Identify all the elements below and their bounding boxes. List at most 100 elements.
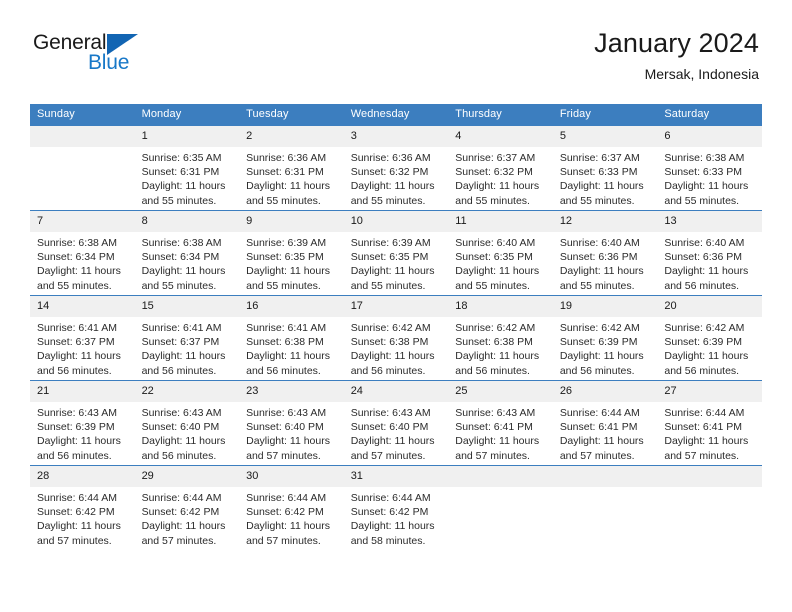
calendar-day-cell[interactable]: 27 Sunrise: 6:44 AM Sunset: 6:41 PM Dayligh… bbox=[657, 380, 762, 466]
sunset-text: Sunset: 6:42 PM bbox=[246, 506, 324, 519]
calendar-day-cell[interactable]: 30 Sunrise: 6:44 AM Sunset: 6:42 PM Dayligh… bbox=[239, 465, 344, 550]
calendar-day-cell[interactable]: 29 Sunrise: 6:44 AM Sunset: 6:42 PM Dayligh… bbox=[134, 465, 240, 550]
day-number: 20 bbox=[657, 296, 762, 317]
calendar-day-cell[interactable]: 25 Sunrise: 6:43 AM Sunset: 6:41 PM Dayligh… bbox=[448, 380, 553, 466]
weekday-header-tuesday: Tuesday bbox=[239, 104, 344, 126]
day-number: 22 bbox=[134, 381, 240, 402]
sunrise-text: Sunrise: 6:40 AM bbox=[664, 237, 745, 249]
daylight-text-line2: and 55 minutes. bbox=[455, 279, 530, 292]
daylight-text-line1: Daylight: 11 hours bbox=[37, 435, 121, 448]
calendar-day-cell[interactable]: 19 Sunrise: 6:42 AM Sunset: 6:39 PM Dayligh… bbox=[552, 295, 658, 381]
daylight-text-line2: and 58 minutes. bbox=[350, 534, 426, 547]
day-details: Sunrise: 6:42 AM Sunset: 6:39 PM Daylight:… bbox=[657, 317, 762, 378]
calendar-day-cell[interactable]: 21 Sunrise: 6:43 AM Sunset: 6:39 PM Dayligh… bbox=[30, 380, 135, 466]
sunrise-text: Sunrise: 6:36 AM bbox=[350, 152, 431, 164]
daylight-text-line1: Daylight: 11 hours bbox=[141, 265, 226, 278]
sunrise-text: Sunrise: 6:44 AM bbox=[559, 407, 640, 419]
daylight-text-line2: and 55 minutes. bbox=[350, 279, 426, 292]
day-number: 24 bbox=[343, 381, 449, 402]
day-details: Sunrise: 6:39 AM Sunset: 6:35 PM Daylight:… bbox=[239, 232, 344, 293]
sunset-text: Sunset: 6:41 PM bbox=[559, 421, 638, 434]
calendar-day-cell[interactable]: 8 Sunrise: 6:38 AM Sunset: 6:34 PM Daylight… bbox=[134, 210, 240, 296]
weekday-header-thursday: Thursday bbox=[448, 104, 553, 126]
daylight-text-line2: and 57 minutes. bbox=[455, 449, 530, 462]
daylight-text-line1: Daylight: 11 hours bbox=[141, 435, 226, 448]
daylight-text-line2: and 56 minutes. bbox=[455, 364, 530, 377]
sunset-text: Sunset: 6:35 PM bbox=[350, 251, 429, 264]
sunrise-text: Sunrise: 6:42 AM bbox=[350, 322, 431, 334]
day-number: 31 bbox=[343, 466, 449, 487]
calendar-day-cell[interactable]: 11 Sunrise: 6:40 AM Sunset: 6:35 PM Dayligh… bbox=[448, 210, 553, 296]
sunrise-text: Sunrise: 6:39 AM bbox=[246, 237, 327, 249]
general-blue-logo[interactable]: General Blue bbox=[33, 31, 163, 77]
daylight-text-line2: and 57 minutes. bbox=[559, 449, 635, 462]
sunrise-text: Sunrise: 6:37 AM bbox=[455, 152, 536, 164]
sunrise-text: Sunrise: 6:42 AM bbox=[455, 322, 536, 334]
sunset-text: Sunset: 6:40 PM bbox=[350, 421, 429, 434]
sunrise-text: Sunrise: 6:44 AM bbox=[246, 492, 327, 504]
calendar-day-cell[interactable]: 1 Sunrise: 6:35 AM Sunset: 6:31 PM Daylight… bbox=[134, 125, 240, 211]
day-details: Sunrise: 6:36 AM Sunset: 6:32 PM Daylight:… bbox=[344, 147, 449, 208]
calendar-day-cell[interactable]: 28 Sunrise: 6:44 AM Sunset: 6:42 PM Dayligh… bbox=[30, 465, 135, 550]
day-number bbox=[657, 466, 762, 487]
day-number: 29 bbox=[134, 466, 240, 487]
daylight-text-line2: and 56 minutes. bbox=[350, 364, 426, 377]
sunset-text: Sunset: 6:41 PM bbox=[664, 421, 743, 434]
calendar-page: General Blue January 2024 Mersak, Indone… bbox=[0, 0, 792, 612]
calendar-day-cell[interactable]: 6 Sunrise: 6:38 AM Sunset: 6:33 PM Daylight… bbox=[657, 125, 762, 211]
calendar-day-cell[interactable]: 7 Sunrise: 6:38 AM Sunset: 6:34 PM Daylight… bbox=[30, 210, 135, 296]
sunrise-text: Sunrise: 6:36 AM bbox=[246, 152, 327, 164]
calendar-day-cell[interactable]: 24 Sunrise: 6:43 AM Sunset: 6:40 PM Dayligh… bbox=[343, 380, 449, 466]
calendar-day-cell[interactable]: 23 Sunrise: 6:43 AM Sunset: 6:40 PM Dayligh… bbox=[239, 380, 344, 466]
calendar-day-cell[interactable]: 18 Sunrise: 6:42 AM Sunset: 6:38 PM Dayligh… bbox=[448, 295, 553, 381]
day-number: 5 bbox=[552, 126, 658, 147]
sunrise-text: Sunrise: 6:38 AM bbox=[664, 152, 745, 164]
calendar-day-cell[interactable]: 9 Sunrise: 6:39 AM Sunset: 6:35 PM Daylight… bbox=[239, 210, 344, 296]
calendar-day-cell[interactable]: 16 Sunrise: 6:41 AM Sunset: 6:38 PM Dayligh… bbox=[239, 295, 344, 381]
day-number: 7 bbox=[30, 211, 135, 232]
daylight-text-line1: Daylight: 11 hours bbox=[559, 265, 644, 278]
calendar-day-cell[interactable]: 2 Sunrise: 6:36 AM Sunset: 6:31 PM Daylight… bbox=[239, 125, 344, 211]
daylight-text-line1: Daylight: 11 hours bbox=[350, 265, 435, 278]
day-details: Sunrise: 6:44 AM Sunset: 6:41 PM Daylight:… bbox=[553, 402, 658, 463]
daylight-text-line2: and 56 minutes. bbox=[141, 449, 217, 462]
calendar-day-cell[interactable]: 5 Sunrise: 6:37 AM Sunset: 6:33 PM Daylight… bbox=[552, 125, 658, 211]
sunset-text: Sunset: 6:40 PM bbox=[246, 421, 324, 434]
day-number: 18 bbox=[448, 296, 553, 317]
calendar-day-cell[interactable]: 13 Sunrise: 6:40 AM Sunset: 6:36 PM Dayligh… bbox=[657, 210, 762, 296]
day-number: 1 bbox=[134, 126, 240, 147]
sunrise-text: Sunrise: 6:42 AM bbox=[559, 322, 640, 334]
day-details: Sunrise: 6:40 AM Sunset: 6:35 PM Daylight:… bbox=[448, 232, 553, 293]
calendar-header-row: Sunday Monday Tuesday Wednesday Thursday… bbox=[30, 104, 762, 126]
sunrise-text: Sunrise: 6:43 AM bbox=[37, 407, 117, 419]
daylight-text-line1: Daylight: 11 hours bbox=[350, 180, 435, 193]
day-number: 10 bbox=[343, 211, 449, 232]
calendar-day-cell[interactable]: 31 Sunrise: 6:44 AM Sunset: 6:42 PM Dayligh… bbox=[343, 465, 449, 550]
daylight-text-line2: and 56 minutes. bbox=[559, 364, 635, 377]
calendar-day-cell[interactable]: 12 Sunrise: 6:40 AM Sunset: 6:36 PM Dayligh… bbox=[552, 210, 658, 296]
sunrise-text: Sunrise: 6:38 AM bbox=[37, 237, 117, 249]
day-details: Sunrise: 6:44 AM Sunset: 6:41 PM Daylight:… bbox=[657, 402, 762, 463]
day-number: 16 bbox=[239, 296, 344, 317]
day-details: Sunrise: 6:44 AM Sunset: 6:42 PM Daylight:… bbox=[239, 487, 344, 548]
sunrise-text: Sunrise: 6:44 AM bbox=[350, 492, 431, 504]
day-number: 21 bbox=[30, 381, 135, 402]
calendar-day-cell[interactable]: 4 Sunrise: 6:37 AM Sunset: 6:32 PM Daylight… bbox=[448, 125, 553, 211]
sunrise-text: Sunrise: 6:43 AM bbox=[350, 407, 431, 419]
sunset-text: Sunset: 6:33 PM bbox=[559, 166, 638, 179]
weekday-header-monday: Monday bbox=[134, 104, 240, 126]
daylight-text-line1: Daylight: 11 hours bbox=[37, 520, 121, 533]
calendar-day-cell[interactable]: 26 Sunrise: 6:44 AM Sunset: 6:41 PM Dayligh… bbox=[552, 380, 658, 466]
calendar-day-cell[interactable]: 14 Sunrise: 6:41 AM Sunset: 6:37 PM Dayligh… bbox=[30, 295, 135, 381]
daylight-text-line1: Daylight: 11 hours bbox=[350, 435, 435, 448]
daylight-text-line1: Daylight: 11 hours bbox=[455, 435, 540, 448]
calendar-day-cell[interactable]: 22 Sunrise: 6:43 AM Sunset: 6:40 PM Dayligh… bbox=[134, 380, 240, 466]
sunrise-text: Sunrise: 6:39 AM bbox=[350, 237, 431, 249]
calendar-day-cell[interactable]: 20 Sunrise: 6:42 AM Sunset: 6:39 PM Dayligh… bbox=[657, 295, 762, 381]
calendar-day-cell[interactable]: 17 Sunrise: 6:42 AM Sunset: 6:38 PM Dayligh… bbox=[343, 295, 449, 381]
calendar-day-cell[interactable]: 15 Sunrise: 6:41 AM Sunset: 6:37 PM Dayligh… bbox=[134, 295, 240, 381]
calendar-day-cell[interactable]: 3 Sunrise: 6:36 AM Sunset: 6:32 PM Daylight… bbox=[343, 125, 449, 211]
sunrise-text: Sunrise: 6:43 AM bbox=[455, 407, 536, 419]
sunset-text: Sunset: 6:36 PM bbox=[559, 251, 638, 264]
calendar-day-cell[interactable]: 10 Sunrise: 6:39 AM Sunset: 6:35 PM Dayligh… bbox=[343, 210, 449, 296]
